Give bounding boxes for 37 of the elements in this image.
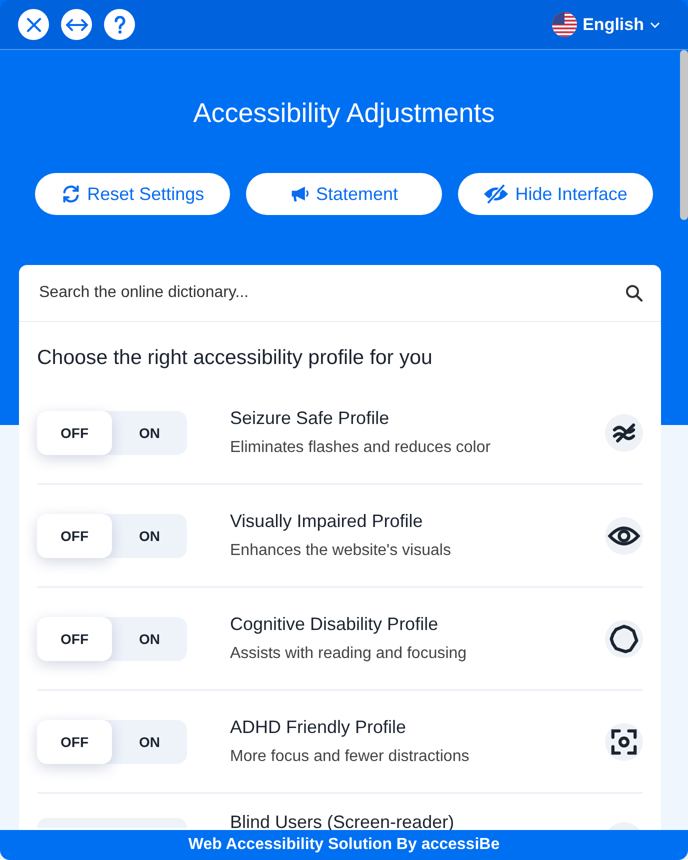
search-icon [625,284,643,302]
megaphone-icon [290,185,310,203]
close-button[interactable] [18,9,49,40]
footer-credit[interactable]: Web Accessibility Solution By accessiBe [0,830,688,860]
profile-title: Cognitive Disability Profile [230,614,440,635]
help-button[interactable] [104,9,135,40]
scrollbar[interactable] [680,50,688,220]
search-field[interactable]: Search the online dictionary... [37,283,625,303]
profile-description: Assists with reading and focusing [230,645,468,663]
profile-description: Enhances the website's visuals [230,542,452,560]
profile-description: Eliminates flashes and reduces color [230,439,492,457]
panel-title: Accessibility Adjustments [193,98,495,129]
eye-icon [605,516,643,554]
wave-icon [605,414,643,452]
profile-toggle[interactable]: OFF ON [37,720,187,764]
close-icon [26,16,42,32]
move-button[interactable] [61,9,92,40]
language-selector[interactable]: English [552,12,660,37]
profile-title: Visually Impaired Profile [230,511,424,532]
flag-icon [552,12,577,37]
eye-slash-icon [483,184,510,204]
chevron-down-icon [650,22,660,28]
reset-button[interactable]: Reset Settings [35,173,230,215]
section-heading: Choose the right accessibility profile for you [36,345,434,371]
profile-toggle[interactable]: OFF ON [37,616,187,660]
profile-toggle[interactable]: OFF ON [37,514,187,558]
question-icon [114,16,126,34]
profile-title: Seizure Safe Profile [230,408,390,429]
double-arrow-icon [64,18,88,32]
refresh-icon [61,184,82,204]
hide-button[interactable]: Hide Interface [458,173,653,215]
profile-title: Blind Users (Screen-reader) [230,812,456,833]
statement-button[interactable]: Statement [246,173,442,215]
profile-toggle[interactable]: OFF ON [37,410,187,454]
profile-description: More focus and fewer distractions [230,748,470,766]
focus-frame-icon [605,722,643,760]
profile-title: ADHD Friendly Profile [230,717,408,738]
